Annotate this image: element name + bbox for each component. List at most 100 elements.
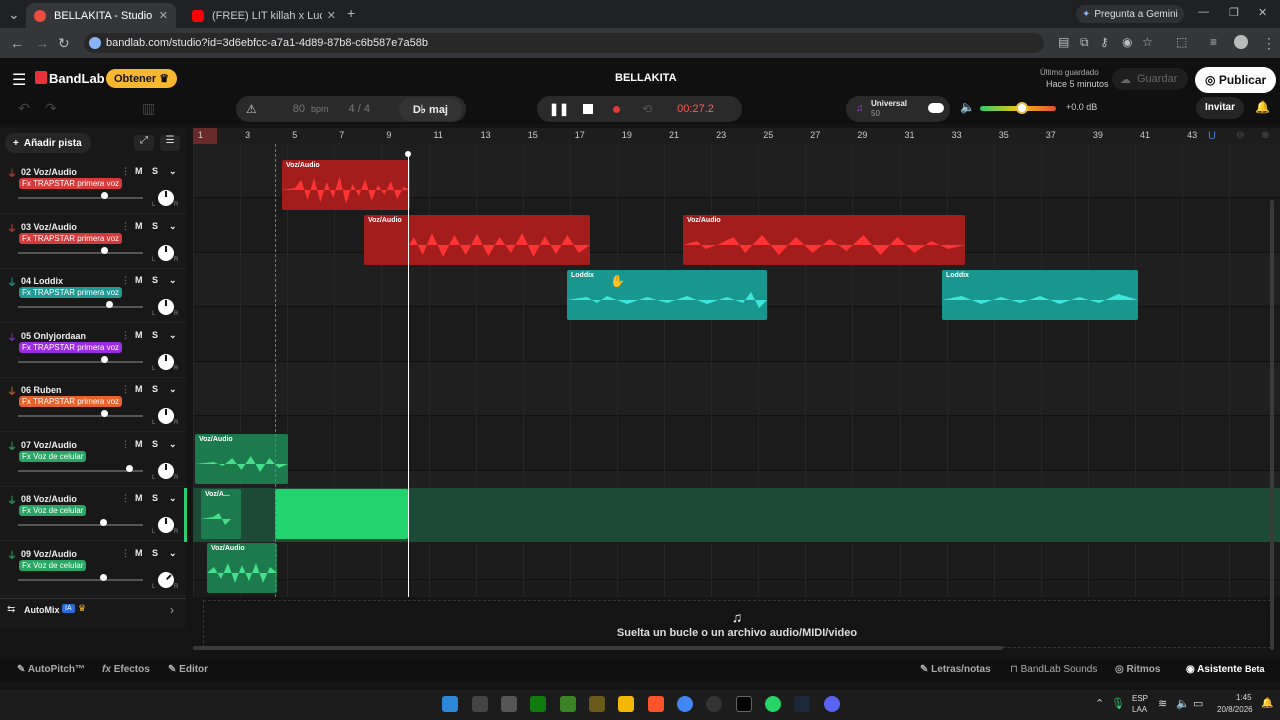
redo-icon[interactable]: ↷ (45, 100, 57, 117)
volume-knob[interactable] (101, 355, 108, 363)
volume-icon[interactable]: 🔈 (1176, 697, 1190, 710)
mute-button[interactable]: M (135, 221, 143, 231)
tab-bellakita[interactable]: BELLAKITA - Studio ✕ (26, 3, 176, 28)
bell-icon[interactable]: 🔔 (1255, 100, 1270, 114)
chevron-down-icon[interactable]: ⌄ (169, 275, 177, 286)
solo-button[interactable]: S (152, 439, 158, 449)
track-name[interactable]: 03 Voz/Audio (21, 222, 77, 232)
loop-region-marker[interactable] (193, 128, 217, 144)
hamburger-menu-icon[interactable]: ☰ (12, 70, 26, 90)
playhead-handle[interactable] (405, 151, 411, 157)
mute-button[interactable]: M (135, 166, 143, 176)
pan-dial[interactable] (158, 462, 174, 479)
track-fx-badge[interactable]: Fx TRAPSTAR primera voz (19, 287, 123, 298)
pan-dial[interactable] (158, 353, 174, 370)
key-selector[interactable]: D♭ maj (398, 97, 462, 121)
mic-icon[interactable]: ⏚ (7, 438, 17, 453)
store-icon[interactable] (501, 696, 517, 712)
pan-dial[interactable] (158, 517, 174, 533)
site-info-icon[interactable] (89, 37, 101, 49)
recording-clip[interactable] (275, 489, 408, 539)
preset-toggle[interactable] (928, 103, 944, 113)
reading-list-icon[interactable]: ▤ (1058, 35, 1069, 49)
mic-icon[interactable]: ⏚ (7, 492, 17, 507)
chevron-down-icon[interactable]: ⌄ (169, 330, 177, 341)
zoom-out-icon[interactable]: ⊖ (1236, 130, 1244, 141)
mic-icon[interactable]: ⏚ (7, 383, 17, 398)
volume-slider[interactable] (18, 415, 143, 417)
loop-icon[interactable]: ⟲ (642, 102, 652, 116)
track-fx-badge[interactable]: Fx Voz de celular (19, 505, 87, 516)
volume-slider[interactable] (18, 469, 143, 472)
chevron-down-icon[interactable]: ⌄ (169, 548, 177, 559)
brave-icon[interactable] (648, 696, 664, 712)
obtener-button[interactable]: Obtener ♛ (106, 69, 178, 88)
chevron-down-icon[interactable]: ⌄ (169, 221, 177, 232)
assistant-button[interactable]: ◉ Asistente Beta (1186, 664, 1264, 675)
preset-group[interactable]: ♫ Universal 50 (846, 96, 950, 122)
volume-knob[interactable] (106, 301, 113, 308)
mute-button[interactable]: M (135, 275, 143, 285)
track-fx-badge[interactable]: Fx TRAPSTAR primera voz (19, 341, 123, 353)
chevron-right-icon[interactable]: › (170, 603, 174, 617)
track-menu-icon[interactable]: ⋮ (121, 439, 130, 450)
url-field[interactable]: bandlab.com/studio?id=3d6ebfcc-a7a1-4d89… (84, 33, 1044, 53)
chevron-down-icon[interactable]: ⌄ (169, 384, 177, 395)
volume-knob[interactable] (101, 246, 108, 254)
reload-icon[interactable]: ↻ (58, 35, 70, 52)
track-name[interactable]: 05 Onlyjordaan (21, 331, 86, 341)
undo-icon[interactable]: ↶ (18, 100, 30, 117)
extensions-icon[interactable]: ⬚ (1176, 35, 1187, 49)
invite-button[interactable]: Invitar (1196, 97, 1244, 119)
window-close-icon[interactable]: ✕ (1258, 6, 1267, 19)
lang-region[interactable]: LAA (1132, 705, 1147, 714)
track-menu-icon[interactable]: ⋮ (121, 275, 130, 286)
track-row[interactable]: ⏚ 09 Voz/Audio Fx Voz de celular ⋮ M S ⌄ L R (0, 541, 186, 596)
volume-slider[interactable] (18, 360, 143, 363)
zoom-in-icon[interactable]: ⊕ (1261, 130, 1269, 141)
volume-slider[interactable] (18, 197, 143, 199)
track-menu-icon[interactable]: ⋮ (121, 548, 130, 559)
mic-icon[interactable]: ⏚ (7, 274, 17, 289)
track-row[interactable]: ⏚ 04 Loddix Fx TRAPSTAR primera voz ⋮ M S ⌄ L R (0, 268, 186, 323)
track-name[interactable]: 09 Voz/Audio (21, 549, 77, 559)
solo-button[interactable]: S (152, 493, 158, 503)
volume-slider[interactable] (18, 524, 143, 526)
battery-icon[interactable]: ▭ (1193, 697, 1203, 710)
audio-clip[interactable]: Loddix (567, 270, 767, 320)
solo-button[interactable]: S (152, 166, 158, 176)
pan-dial[interactable] (158, 408, 174, 424)
publish-button[interactable]: ◎ Publicar (1195, 67, 1277, 93)
editor-button[interactable]: ✎ Editor (168, 664, 208, 675)
widgets-icon[interactable] (472, 696, 488, 712)
link-icon[interactable]: ⤢ (134, 135, 154, 151)
media-icon[interactable]: ≡ (1210, 35, 1217, 49)
solo-button[interactable]: S (152, 384, 158, 394)
mute-button[interactable]: M (135, 548, 143, 558)
volume-slider[interactable] (18, 578, 143, 581)
game-icon[interactable] (589, 696, 605, 712)
discord-icon[interactable] (824, 696, 840, 712)
screenshot-icon[interactable]: ⧉ (1080, 35, 1089, 50)
track-menu-icon[interactable]: ⋮ (121, 384, 130, 395)
whatsapp-icon[interactable] (765, 696, 781, 712)
clock-date[interactable]: 20/8/2026 (1217, 705, 1253, 714)
menu-dots-icon[interactable]: ⋮ (1262, 35, 1276, 52)
steam-icon[interactable] (794, 696, 810, 712)
timeline-ruler[interactable]: 1 3 5 7 9 11 13 15 17 19 21 23 25 27 29 31 33 35 37 39 41 43 … (193, 128, 1280, 144)
mute-button[interactable]: M (135, 493, 143, 503)
pan-dial[interactable] (158, 244, 174, 261)
automix-row[interactable]: ⇆ AutoMix IA ♛ › (0, 598, 186, 622)
audio-clip[interactable]: Voz/Audio (683, 215, 965, 265)
chevron-up-icon[interactable]: ⌃ (1095, 697, 1104, 710)
effects-button[interactable]: fx Efectos (102, 664, 150, 675)
mic-icon[interactable]: ⏚ (7, 329, 17, 344)
profile-avatar[interactable] (1234, 35, 1248, 49)
master-volume-knob[interactable] (1016, 102, 1028, 114)
forward-icon[interactable]: → (35, 35, 49, 51)
chevron-down-icon[interactable]: ⌄ (169, 166, 177, 177)
project-title[interactable]: BELLAKITA (615, 72, 677, 84)
clock-time[interactable]: 1:45 (1236, 693, 1252, 702)
record-icon[interactable] (613, 105, 621, 113)
track-lane[interactable] (193, 362, 1280, 416)
